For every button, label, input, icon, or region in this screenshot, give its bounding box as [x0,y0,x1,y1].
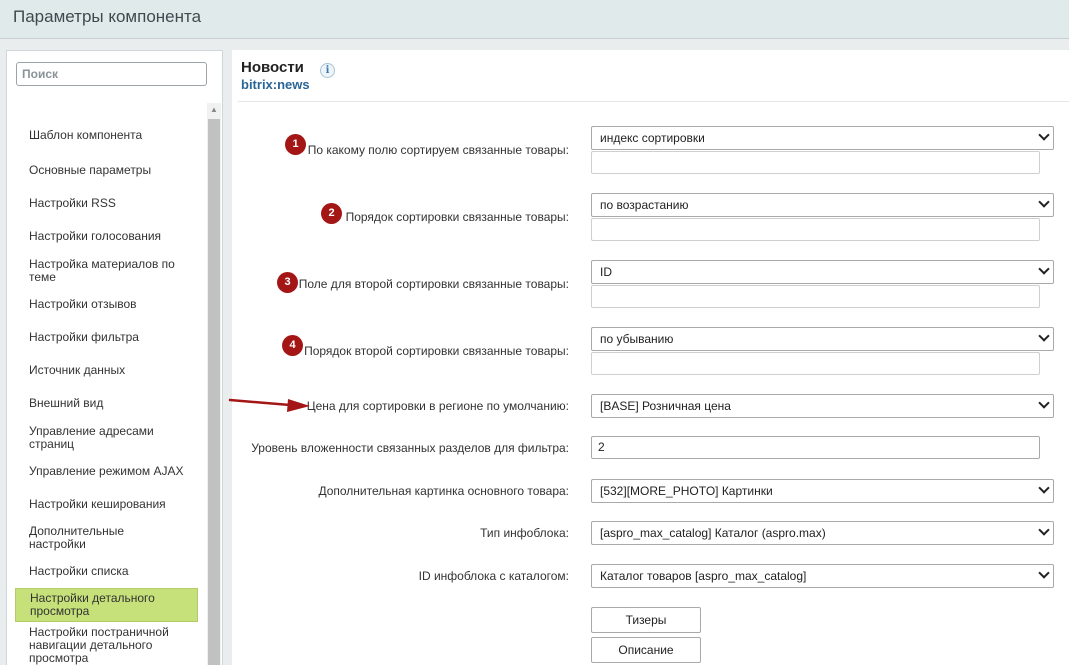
sidebar-item-label: Шаблон компонента [29,128,143,142]
field-label-catalog-iblock: ID инфоблока с каталогом: [418,569,569,583]
sidebar-item-voting[interactable]: Настройки голосования [15,220,198,253]
second-sort-order-extra-input[interactable] [591,352,1040,375]
sidebar-item-filter[interactable]: Настройки фильтра [15,321,198,354]
field-label-sort-field: По какому полю сортируем связанные товар… [307,143,569,157]
chevron-down-icon [1038,482,1050,494]
sidebar-item-cache[interactable]: Настройки кеширования [15,488,198,521]
sidebar-item-additional[interactable]: Дополнительные настройки [15,521,198,554]
input-value: 2 [598,440,605,454]
annotation-badge-2: 2 [321,203,342,224]
scroll-up-icon[interactable]: ▲ [210,106,218,114]
second-sort-field-extra-input[interactable] [591,285,1040,308]
sidebar-item-label: Источник данных [29,363,126,377]
second-sort-field-select[interactable]: ID [591,260,1054,284]
description-button[interactable]: Описание [591,637,701,663]
sidebar-item-appearance[interactable]: Внешний вид [15,387,198,420]
annotation-badge-1: 1 [285,134,306,155]
sidebar-menu: Шаблон компонента Основные параметры Нас… [15,117,198,665]
sidebar-item-rss[interactable]: Настройки RSS [15,187,198,220]
sidebar-item-detail[interactable]: Настройки детального просмотра [15,588,198,622]
teasers-button[interactable]: Тизеры [591,607,701,633]
sidebar-item-label: Настройка материалов по теме [29,256,175,284]
info-icon[interactable]: i [320,63,335,78]
sidebar-item-related[interactable]: Настройка материалов по теме [15,253,198,288]
title-bar: Параметры компонента [0,0,1069,39]
select-value: [BASE] Розничная цена [600,399,731,413]
sidebar-item-urls[interactable]: Управление адресами страниц [15,420,198,455]
sidebar-item-label: Настройки детального просмотра [30,591,155,618]
main-panel: Новости i bitrix:news 1 По какому полю с… [232,50,1069,665]
sidebar-item-label: Управление адресами страниц [29,423,154,451]
extra-picture-select[interactable]: [532][MORE_PHOTO] Картинки [591,479,1054,503]
field-label-extra-picture: Дополнительная картинка основного товара… [318,484,569,498]
sidebar-item-label: Настройки постраничной навигации детальн… [29,624,169,665]
select-value: индекс сортировки [600,131,705,145]
select-value: ID [600,265,612,279]
sidebar: ▲ Шаблон компонента Основные параметры Н… [6,50,223,665]
field-label-region-price: Цена для сортировки в регионе по умолчан… [306,399,569,413]
field-label-sort-order: Порядок сортировки связанные товары: [345,210,569,224]
chevron-down-icon [1038,129,1050,141]
chevron-down-icon [1038,196,1050,208]
sidebar-item-label: Настройки голосования [29,229,162,243]
annotation-badge-3: 3 [277,272,298,293]
sidebar-item-detail-pagination[interactable]: Настройки постраничной навигации детальн… [15,622,198,665]
chevron-down-icon [1038,397,1050,409]
chevron-down-icon [1038,524,1050,536]
chevron-down-icon [1038,330,1050,342]
search-input[interactable] [16,62,207,86]
field-label-second-sort-field: Поле для второй сортировки связанные тов… [298,277,569,291]
component-code: bitrix:news [241,77,310,92]
sidebar-item-list[interactable]: Настройки списка [15,554,198,588]
arrow-icon [228,398,310,412]
second-sort-order-select[interactable]: по убыванию [591,327,1054,351]
field-label-second-sort-order: Порядок второй сортировки связанные това… [304,344,569,358]
catalog-iblock-select[interactable]: Каталог товаров [aspro_max_catalog] [591,564,1054,588]
sidebar-item-data-source[interactable]: Источник данных [15,354,198,387]
sidebar-item-label: Настройки кеширования [29,497,166,511]
header-divider [238,101,1069,102]
sidebar-item-label: Настройки RSS [29,196,116,210]
iblock-type-select[interactable]: [aspro_max_catalog] Каталог (aspro.max) [591,521,1054,545]
sidebar-item-label: Дополнительные настройки [29,523,124,551]
sort-field-select[interactable]: индекс сортировки [591,126,1054,150]
sidebar-item-template[interactable]: Шаблон компонента [15,117,198,154]
sidebar-scrollbar[interactable]: ▲ [207,103,221,665]
sidebar-item-label: Настройки отзывов [29,297,137,311]
region-price-select[interactable]: [BASE] Розничная цена [591,394,1054,418]
select-value: по убыванию [600,332,674,346]
field-label-section-depth: Уровень вложенности связанных разделов д… [251,441,569,455]
scroll-thumb[interactable] [208,119,220,665]
select-value: [aspro_max_catalog] Каталог (aspro.max) [600,526,826,540]
annotation-badge-4: 4 [282,335,303,356]
sort-field-extra-input[interactable] [591,151,1040,174]
component-title: Новости [241,59,304,76]
select-value: [532][MORE_PHOTO] Картинки [600,484,773,498]
sidebar-item-label: Основные параметры [29,163,152,177]
sidebar-item-main-params[interactable]: Основные параметры [15,154,198,187]
window-title: Параметры компонента [13,7,202,26]
sidebar-item-ajax[interactable]: Управление режимом AJAX [15,455,198,488]
chevron-down-icon [1038,567,1050,579]
select-value: по возрастанию [600,198,689,212]
sort-order-select[interactable]: по возрастанию [591,193,1054,217]
sort-order-extra-input[interactable] [591,218,1040,241]
sidebar-item-label: Настройки списка [29,563,129,578]
chevron-down-icon [1038,263,1050,275]
sidebar-item-reviews[interactable]: Настройки отзывов [15,288,198,321]
select-value: Каталог товаров [aspro_max_catalog] [600,569,807,583]
section-depth-input[interactable]: 2 [591,436,1040,459]
sidebar-item-label: Настройки фильтра [29,330,139,344]
sidebar-item-label: Управление режимом AJAX [29,464,184,478]
field-label-iblock-type: Тип инфоблока: [480,526,569,540]
sidebar-item-label: Внешний вид [29,396,104,410]
